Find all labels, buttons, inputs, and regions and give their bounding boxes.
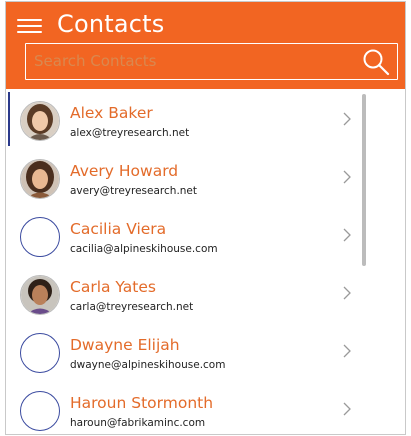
search-icon[interactable] (361, 47, 391, 77)
avatar (20, 217, 60, 257)
avatar (20, 391, 60, 431)
chevron-right-icon (343, 170, 351, 184)
avatar (20, 101, 60, 141)
contact-email: cacilia@alpineskihouse.com (70, 243, 218, 255)
contact-row-carla-yates[interactable]: Carla Yates carla@treyresearch.net (6, 266, 366, 324)
contact-email: carla@treyresearch.net (70, 301, 194, 313)
contact-email: haroun@fabrikaminc.com (70, 417, 206, 429)
chevron-right-icon (343, 286, 351, 300)
avatar (20, 275, 60, 315)
chevron-right-icon (343, 344, 351, 358)
contact-email: dwayne@alpineskihouse.com (70, 359, 226, 371)
contact-row-haroun-stormonth[interactable]: Haroun Stormonth haroun@fabrikaminc.com (6, 382, 366, 434)
contact-name: Carla Yates (70, 278, 156, 296)
chevron-right-icon (343, 112, 351, 126)
contact-name: Avery Howard (70, 162, 179, 180)
chevron-right-icon (343, 402, 351, 416)
contacts-list: Alex Baker alex@treyresearch.net Avery H… (6, 89, 405, 434)
contact-email: alex@treyresearch.net (70, 127, 190, 139)
hamburger-menu-icon[interactable] (17, 14, 43, 34)
page-title: Contacts (57, 10, 165, 38)
avatar (20, 333, 60, 373)
scrollbar[interactable] (362, 94, 366, 266)
contact-row-dwayne-elijah[interactable]: Dwayne Elijah dwayne@alpineskihouse.com (6, 324, 366, 382)
search-box (25, 43, 398, 80)
contact-name: Haroun Stormonth (70, 394, 214, 412)
header-bar: Contacts (6, 2, 405, 89)
avatar (20, 159, 60, 199)
search-input[interactable] (26, 44, 354, 78)
contact-email: avery@treyresearch.net (70, 185, 198, 197)
contact-name: Cacilia Viera (70, 220, 167, 238)
contact-row-cacilia-viera[interactable]: Cacilia Viera cacilia@alpineskihouse.com (6, 208, 366, 266)
app-frame: Contacts Alex Baker alex@treyresearch.ne… (5, 1, 406, 435)
contact-name: Dwayne Elijah (70, 336, 180, 354)
contact-row-avery-howard[interactable]: Avery Howard avery@treyresearch.net (6, 150, 366, 208)
contact-row-alex-baker[interactable]: Alex Baker alex@treyresearch.net (6, 92, 366, 150)
contact-name: Alex Baker (70, 104, 153, 122)
chevron-right-icon (343, 228, 351, 242)
